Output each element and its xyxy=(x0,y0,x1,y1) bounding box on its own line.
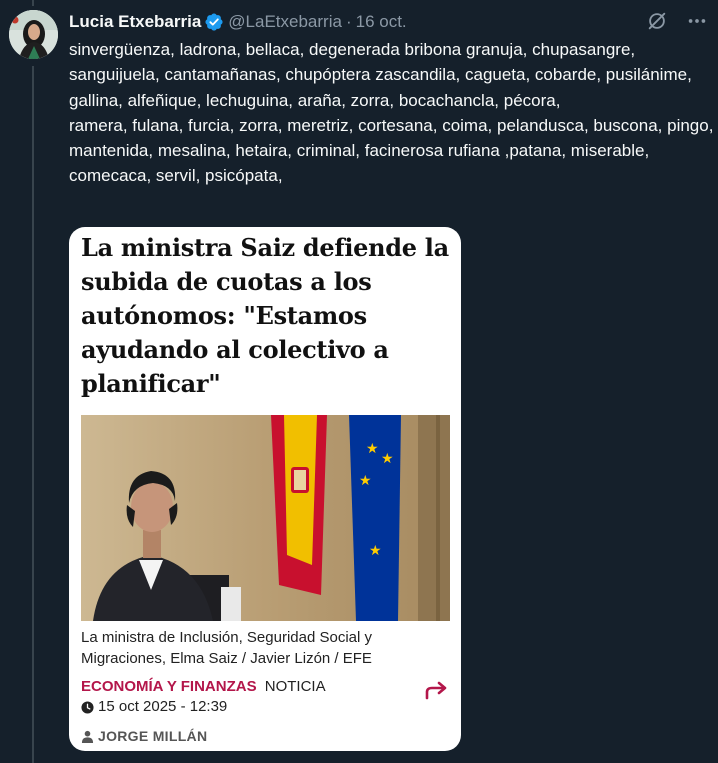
more-icon[interactable] xyxy=(686,10,708,32)
avatar-image xyxy=(9,10,58,59)
tweet-date[interactable]: 16 oct. xyxy=(356,12,407,32)
card-headline[interactable]: La ministra Saiz defiende la subida de c… xyxy=(81,231,453,401)
section-label[interactable]: ECONOMÍA Y FINANZAS xyxy=(81,678,257,695)
card-meta: ECONOMÍA Y FINANZAS NOTICIA xyxy=(81,677,326,697)
clock-icon xyxy=(81,700,94,714)
news-card[interactable]: La ministra Saiz defiende la subida de c… xyxy=(69,227,461,751)
svg-text:★: ★ xyxy=(381,451,394,467)
svg-text:★: ★ xyxy=(366,441,379,457)
avatar[interactable] xyxy=(9,10,58,59)
verified-badge-icon xyxy=(205,13,223,31)
share-icon[interactable] xyxy=(424,680,448,700)
user-icon xyxy=(81,730,94,743)
svg-text:★: ★ xyxy=(359,473,372,489)
card-date-text: 15 oct 2025 - 12:39 xyxy=(98,698,228,715)
tweet-text: sinvergüenza, ladrona, bellaca, degenera… xyxy=(69,40,714,186)
svg-text:★: ★ xyxy=(369,543,382,559)
tweet-top-actions xyxy=(646,10,708,32)
card-author[interactable]: JORGE MILLÁN xyxy=(81,728,207,744)
type-label: NOTICIA xyxy=(264,678,326,695)
author-handle[interactable]: @LaEtxebarria xyxy=(228,12,342,32)
thread-line-top xyxy=(32,0,34,6)
card-caption: La ministra de Inclusión, Seguridad Soci… xyxy=(81,629,372,667)
tweet-header: Lucia Etxebarria @LaEtxebarria · 16 oct. xyxy=(69,10,407,34)
author-name[interactable]: Lucia Etxebarria xyxy=(69,12,201,32)
tweet-page: Lucia Etxebarria @LaEtxebarria · 16 oct.… xyxy=(0,0,718,763)
thread-line xyxy=(32,66,34,763)
card-photo: ★ ★ ★ ★ xyxy=(81,415,450,621)
card-date: 15 oct 2025 - 12:39 xyxy=(81,697,227,717)
separator-dot: · xyxy=(345,12,352,31)
grok-icon[interactable] xyxy=(646,10,668,32)
card-author-name: JORGE MILLÁN xyxy=(98,728,208,744)
